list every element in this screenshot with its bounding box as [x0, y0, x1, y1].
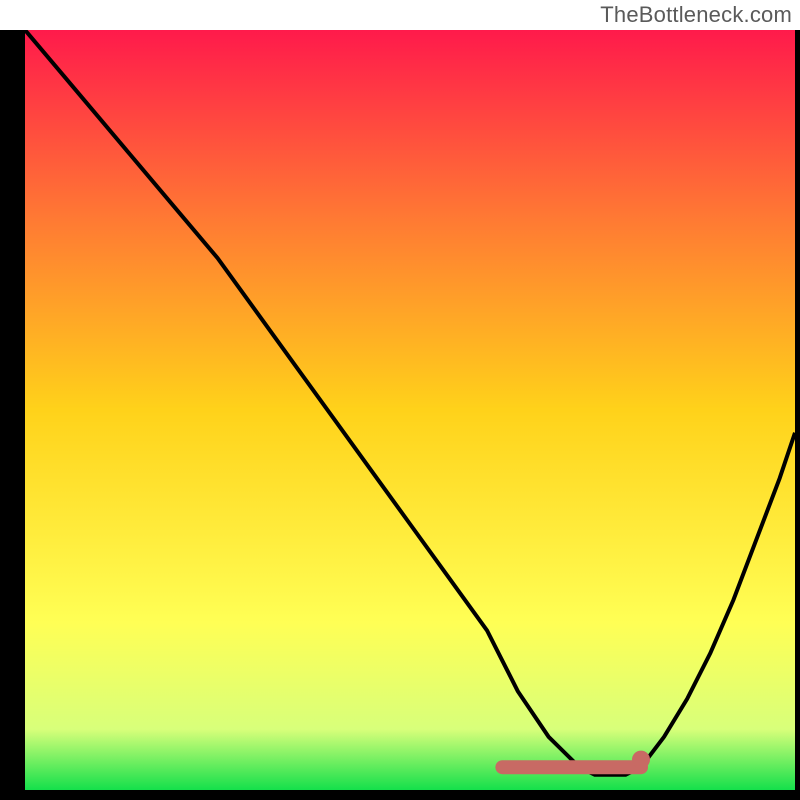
chart-container: TheBottleneck.com — [0, 0, 800, 800]
gradient-background — [25, 30, 795, 790]
chart-svg — [0, 0, 800, 800]
frame-left — [0, 30, 25, 800]
flat-marker-dot — [632, 751, 650, 769]
frame-right — [795, 30, 800, 800]
frame-bottom — [0, 790, 800, 800]
